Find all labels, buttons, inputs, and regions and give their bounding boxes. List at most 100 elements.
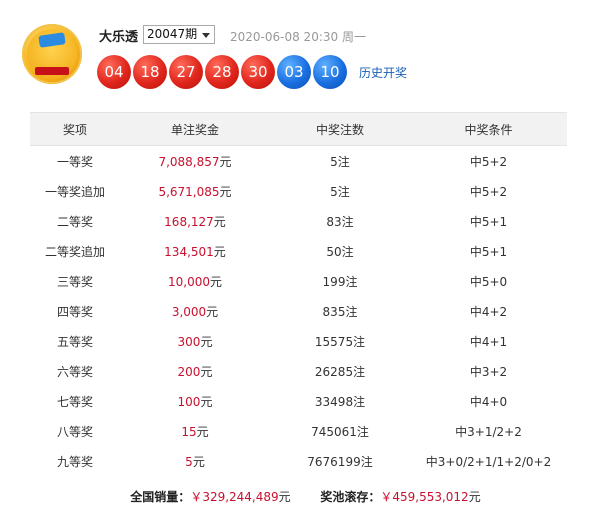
amount-unit: 元: [200, 334, 213, 349]
win-condition: 中4+0: [469, 394, 508, 409]
pool-value: ￥459,553,012: [380, 490, 469, 504]
pool-label: 奖池滚存：: [320, 490, 381, 504]
logo-ribbon: [35, 67, 69, 75]
prize-amount: 3,000元: [120, 296, 270, 326]
prize-amount: 10,000元: [120, 266, 270, 296]
win-condition: 中3+0/2+1/1+2/0+2: [425, 454, 552, 469]
amount-unit: 元: [200, 394, 213, 409]
amount-value: 5: [185, 454, 193, 469]
winner-count: 26285注: [314, 364, 366, 379]
winner-count: 835注: [322, 304, 358, 319]
prize-level: 九等奖: [56, 454, 93, 469]
front-ball: 27: [169, 55, 203, 89]
winner-count: 745061注: [311, 424, 369, 439]
win-condition: 中4+1: [469, 334, 508, 349]
prize-amount: 7,088,857元: [120, 146, 270, 177]
winner-count: 83注: [326, 214, 354, 229]
amount-unit: 元: [192, 454, 205, 469]
amount-value: 100: [177, 394, 201, 409]
front-ball: 18: [133, 55, 167, 89]
amount-unit: 元: [206, 304, 219, 319]
amount-unit: 元: [213, 214, 226, 229]
table-row: 一等奖 7,088,857元 5注 中5+2: [30, 146, 567, 177]
prize-level: 二等奖: [56, 214, 93, 229]
amount-unit: 元: [213, 244, 226, 259]
prize-amount: 15元: [120, 416, 270, 446]
prize-level: 一等奖: [56, 154, 93, 169]
amount-unit: 元: [219, 154, 232, 169]
winner-count: 7676199注: [307, 454, 373, 469]
win-condition: 中5+2: [469, 154, 508, 169]
win-condition: 中5+0: [469, 274, 508, 289]
amount-unit: 元: [219, 184, 232, 199]
winner-count: 33498注: [314, 394, 366, 409]
dlt-logo-icon: [22, 24, 82, 84]
chevron-down-icon: [202, 33, 210, 38]
amount-unit: 元: [196, 424, 209, 439]
sales-value: ￥329,244,489: [190, 490, 279, 504]
prize-amount: 100元: [120, 386, 270, 416]
prize-level: 五等奖: [56, 334, 93, 349]
table-row: 六等奖 200元 26285注 中3+2: [30, 356, 567, 386]
prize-amount: 300元: [120, 326, 270, 356]
amount-unit: 元: [209, 274, 222, 289]
prize-level: 七等奖: [56, 394, 93, 409]
logo-inner: [27, 29, 77, 79]
table-row: 三等奖 10,000元 199注 中5+0: [30, 266, 567, 296]
prize-level: 六等奖: [56, 364, 93, 379]
prize-level: 二等奖追加: [44, 244, 105, 259]
sales-label: 全国销量：: [130, 490, 191, 504]
win-condition: 中3+2: [469, 364, 508, 379]
front-ball: 30: [241, 55, 275, 89]
amount-value: 10,000: [167, 274, 210, 289]
winner-count: 5注: [330, 184, 350, 199]
amount-value: 5,671,085: [158, 184, 220, 199]
win-condition: 中4+2: [469, 304, 508, 319]
prize-table-body: 一等奖 7,088,857元 5注 中5+2 一等奖追加 5,671,085元 5注 中5+2…: [30, 146, 567, 477]
logo-mark: [30, 46, 74, 66]
header-count: 中奖注数: [270, 112, 410, 146]
prize-amount: 168,127元: [120, 206, 270, 236]
summary-bar: 全国销量：￥329,244,489元 奖池滚存：￥459,553,012元: [0, 488, 611, 505]
win-condition: 中5+1: [469, 214, 508, 229]
header-condition: 中奖条件: [410, 112, 567, 146]
win-condition: 中5+2: [469, 184, 508, 199]
winner-count: 199注: [322, 274, 358, 289]
amount-value: 7,088,857: [158, 154, 220, 169]
amount-value: 168,127: [164, 214, 214, 229]
game-name: 大乐透: [99, 30, 139, 45]
prize-level: 八等奖: [56, 424, 93, 439]
amount-unit: 元: [200, 364, 213, 379]
amount-value: 200: [177, 364, 201, 379]
win-condition: 中5+1: [469, 244, 508, 259]
table-row: 七等奖 100元 33498注 中4+0: [30, 386, 567, 416]
prize-level: 一等奖追加: [44, 184, 105, 199]
amount-value: 15: [181, 424, 197, 439]
winner-count: 5注: [330, 154, 350, 169]
front-ball: 04: [97, 55, 131, 89]
prize-level: 四等奖: [56, 304, 93, 319]
win-condition: 中3+1/2+2: [455, 424, 522, 439]
winner-count: 15575注: [314, 334, 366, 349]
winner-count: 50注: [326, 244, 354, 259]
table-header-row: 奖项 单注奖金 中奖注数 中奖条件: [30, 112, 567, 146]
period-select[interactable]: 20047期: [143, 25, 215, 44]
back-ball: 03: [277, 55, 311, 89]
front-ball: 28: [205, 55, 239, 89]
pool-unit: 元: [468, 490, 481, 504]
table-row: 五等奖 300元 15575注 中4+1: [30, 326, 567, 356]
amount-value: 3,000: [171, 304, 207, 319]
draw-time: 2020-06-08 20:30 周一: [230, 30, 366, 44]
sales-unit: 元: [278, 490, 291, 504]
prize-level: 三等奖: [56, 274, 93, 289]
table-row: 一等奖追加 5,671,085元 5注 中5+2: [30, 176, 567, 206]
header-amount: 单注奖金: [120, 112, 270, 146]
prize-amount: 200元: [120, 356, 270, 386]
prize-table: 奖项 单注奖金 中奖注数 中奖条件 一等奖 7,088,857元 5注 中5+2 一等奖…: [30, 112, 567, 476]
prize-amount: 5元: [120, 446, 270, 476]
table-row: 二等奖 168,127元 83注 中5+1: [30, 206, 567, 236]
header-level: 奖项: [30, 112, 120, 146]
history-link[interactable]: 历史开奖: [359, 64, 407, 81]
table-row: 四等奖 3,000元 835注 中4+2: [30, 296, 567, 326]
amount-value: 134,501: [164, 244, 214, 259]
